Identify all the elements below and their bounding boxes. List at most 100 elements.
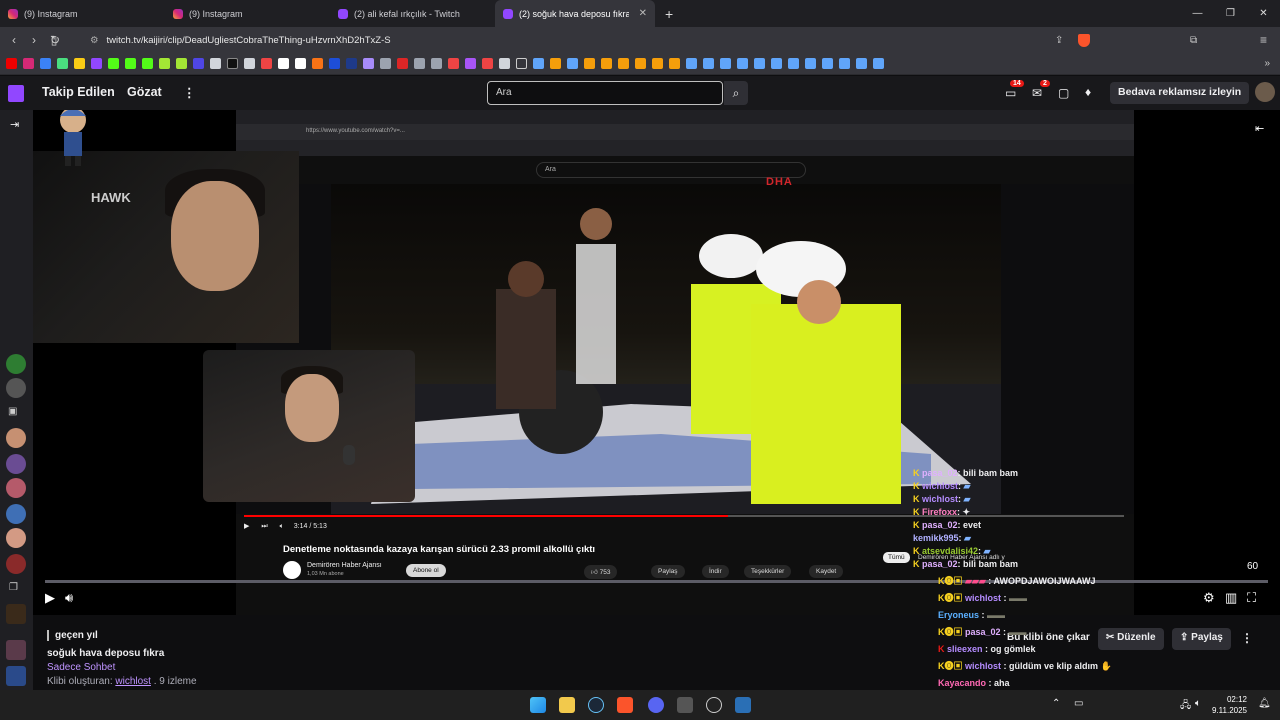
bookmark-steam-icon[interactable] [533,58,544,69]
collapse-chat-icon[interactable]: ⇤ [1255,122,1264,135]
twitch-logo-icon[interactable] [8,85,24,102]
bookmark-icon[interactable] [57,58,68,69]
bookmark-icon[interactable] [431,58,442,69]
play-button[interactable]: ▶ [45,590,55,606]
crown-icon[interactable]: ♦ [1085,85,1091,99]
bookmark-icon[interactable] [499,58,510,69]
fullscreen-icon[interactable]: ⛶ [1247,590,1256,606]
following-icon[interactable]: ❐ [9,582,18,593]
channel-avatar[interactable] [6,604,26,624]
bookmark-steam-icon[interactable] [856,58,867,69]
bookmark-kick-icon[interactable] [125,58,136,69]
bookmark-icon[interactable] [278,58,289,69]
site-settings-icon[interactable]: ⚙ [90,35,99,46]
channel-avatar[interactable] [6,478,26,498]
bookmark-steam-icon[interactable] [703,58,714,69]
start-icon[interactable] [530,697,546,713]
bookmark-icon[interactable] [635,58,646,69]
bookmark-icon[interactable] [210,58,221,69]
nav-following[interactable]: Takip Edilen [42,85,115,99]
browser-tab[interactable]: (9) Instagram [165,0,330,27]
bookmark-icon[interactable] [295,58,306,69]
search-button[interactable]: ⌕ [724,81,748,105]
bookmark-icon[interactable] [40,58,51,69]
theatre-mode-icon[interactable]: ▥ [1225,590,1237,606]
channel-avatar[interactable] [6,666,26,686]
bookmark-icon[interactable] [329,58,340,69]
bookmark-icon[interactable] [652,58,663,69]
bookmark-steam-icon[interactable] [839,58,850,69]
notification-center-icon[interactable]: 🔔︎ [1258,698,1271,709]
bookmark-kick-icon[interactable] [108,58,119,69]
more-options-icon[interactable]: ⋮ [1241,631,1253,645]
app-icon[interactable] [677,697,693,713]
bookmark-steam-icon[interactable] [686,58,697,69]
bookmark-icon[interactable] [312,58,323,69]
bookmark-kick-icon[interactable] [142,58,153,69]
maximize-button[interactable]: ❐ [1214,0,1247,27]
new-tab-button[interactable]: + [665,6,673,22]
bookmark-steam-icon[interactable] [737,58,748,69]
bookmark-icon[interactable] [601,58,612,69]
close-window-button[interactable]: ✕ [1247,0,1280,27]
bookmark-steam-icon[interactable] [567,58,578,69]
network-icon[interactable]: 🖧︎ [1180,698,1191,715]
whispers-icon[interactable]: ▢ [1058,86,1069,100]
nav-more-icon[interactable]: ⋮ [183,85,196,100]
brave-shield-icon[interactable] [1078,33,1090,47]
bookmark-steam-icon[interactable] [805,58,816,69]
recommended-icon[interactable]: ▣ [8,406,17,417]
clip-category-link[interactable]: Sadece Sohbet [47,662,115,673]
file-explorer-icon[interactable] [559,697,575,713]
extensions-icon[interactable]: ⧉ [1190,35,1197,46]
bookmark-icon[interactable] [465,58,476,69]
reload-icon[interactable]: ↻ [45,33,65,47]
bookmark-icon[interactable] [550,58,561,69]
menu-icon[interactable]: ≡ [1260,33,1267,47]
bookmark-icon[interactable] [159,58,170,69]
bookmark-icon[interactable] [482,58,493,69]
channel-avatar[interactable] [6,640,26,660]
bookmark-icon[interactable] [346,58,357,69]
bookmark-steam-icon[interactable] [788,58,799,69]
folder-icon[interactable] [516,58,527,69]
user-avatar[interactable] [1255,82,1275,102]
channel-avatar[interactable] [6,454,26,474]
channel-avatar[interactable] [6,354,26,374]
bookmark-steam-icon[interactable] [822,58,833,69]
clip-player[interactable]: https://www.youtube.com/watch?v=... Ara [33,110,1280,615]
inbox-icon[interactable]: ✉ [1032,86,1042,100]
bookmark-icon[interactable] [618,58,629,69]
forward-icon[interactable]: › [24,33,44,47]
steam-app-icon[interactable] [735,697,751,713]
bookmark-youtube-icon[interactable] [6,58,17,69]
more-bookmarks-icon[interactable]: » [1264,58,1270,69]
channel-avatar[interactable] [6,378,26,398]
bookmark-steam-icon[interactable] [873,58,884,69]
bookmark-icon[interactable] [244,58,255,69]
close-tab-icon[interactable]: ✕ [639,8,647,19]
volume-button[interactable]: 🔊︎ [65,590,73,606]
bookmark-icon[interactable] [193,58,204,69]
search-input[interactable]: Ara [487,81,723,105]
bookmark-steam-icon[interactable] [771,58,782,69]
bookmark-icon[interactable] [414,58,425,69]
bookmark-icon[interactable] [380,58,391,69]
bookmark-icon[interactable] [176,58,187,69]
bookmark-instagram-icon[interactable] [23,58,34,69]
settings-icon[interactable]: ⚙ [1203,590,1215,606]
discord-icon[interactable] [648,697,664,713]
bookmark-icon[interactable] [448,58,459,69]
speaker-icon[interactable]: 🔈︎ [1195,698,1201,709]
channel-avatar[interactable] [6,528,26,548]
bookmark-steam-icon[interactable] [720,58,731,69]
channel-avatar[interactable] [6,554,26,574]
expand-sidebar-icon[interactable]: ⇥ [10,118,19,131]
bookmark-x-icon[interactable] [227,58,238,69]
bookmark-twitch-icon[interactable] [91,58,102,69]
ad-free-button[interactable]: Bedava reklamsız izleyin [1110,82,1250,104]
bookmark-icon[interactable] [669,58,680,69]
steam-icon[interactable] [588,697,604,713]
bookmark-icon[interactable] [397,58,408,69]
url-field[interactable]: ⚙ twitch.tv/kaijiri/clip/DeadUgliestCobr… [90,31,1100,49]
